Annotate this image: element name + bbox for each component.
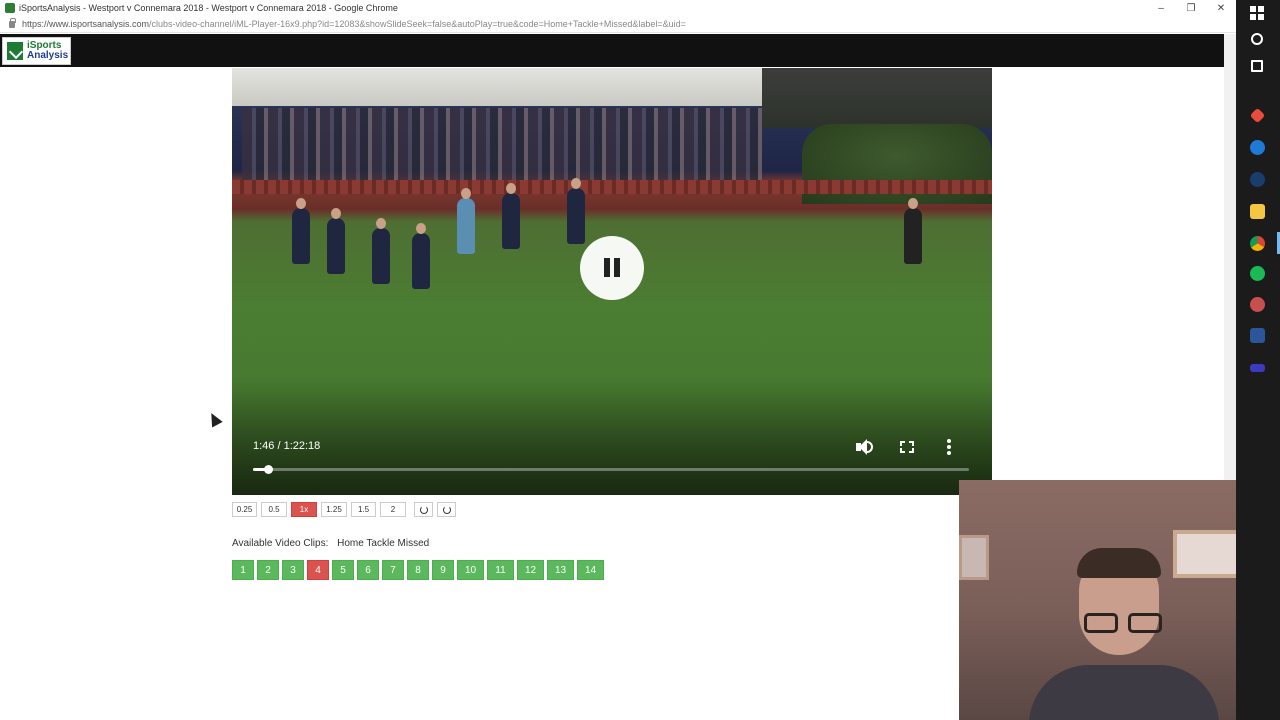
- video-scene-stand: [762, 68, 992, 128]
- window-title: iSportsAnalysis - Westport v Connemara 2…: [19, 3, 398, 13]
- video-scene-fence: [232, 180, 992, 194]
- video-time: 1:46 / 1:22:18: [253, 440, 321, 452]
- edge-icon[interactable]: [1250, 140, 1265, 155]
- webcam-overlay: [959, 480, 1264, 720]
- clip-button[interactable]: 8: [407, 560, 429, 580]
- video-scene-crowd: [242, 108, 762, 188]
- lock-icon[interactable]: [9, 17, 16, 28]
- presenter-shoulders: [1029, 665, 1219, 720]
- video-scene-player: [457, 188, 475, 254]
- presenter-glasses: [1084, 613, 1180, 637]
- clip-button[interactable]: 1: [232, 560, 254, 580]
- forward-button[interactable]: [437, 502, 456, 517]
- speed-button[interactable]: 1x: [291, 502, 317, 517]
- spotify-icon[interactable]: [1250, 266, 1265, 281]
- clips-label-text: Available Video Clips:: [232, 538, 329, 549]
- video-scene-player: [502, 183, 520, 249]
- clip-button[interactable]: 3: [282, 560, 304, 580]
- video-scene-player: [904, 198, 922, 264]
- video-scene-player: [567, 178, 585, 244]
- task-view-icon[interactable]: [1251, 60, 1263, 72]
- more-options-icon[interactable]: [939, 438, 959, 456]
- steam-icon[interactable]: [1250, 172, 1265, 187]
- rewind-icon: [420, 506, 428, 514]
- video-scene-player: [412, 223, 430, 289]
- windows-taskbar: [1236, 0, 1280, 720]
- wall-picture: [959, 535, 989, 580]
- clip-buttons: 1 2 3 4 5 6 7 8 9 10 11 12 13 14: [232, 560, 607, 580]
- file-explorer-icon[interactable]: [1250, 204, 1265, 219]
- video-scene-player: [372, 218, 390, 284]
- pause-icon: [614, 258, 620, 277]
- clip-button[interactable]: 12: [517, 560, 544, 580]
- video-scene-player: [292, 198, 310, 264]
- url-host: https://www.isportsanalysis.com: [22, 19, 150, 29]
- app-icon[interactable]: [1250, 364, 1265, 372]
- rewind-button[interactable]: [414, 502, 433, 517]
- url-path: /clubs-video-channel/iML-Player-16x9.php…: [149, 19, 686, 29]
- windows-start-icon[interactable]: [1250, 6, 1265, 21]
- video-scene-stand-roof: [232, 68, 762, 106]
- available-clips-label: Available Video Clips: Home Tackle Misse…: [232, 538, 435, 549]
- logo-text: iSports Analysis: [27, 41, 68, 61]
- speed-button[interactable]: 1.25: [321, 502, 347, 517]
- app-icon[interactable]: [1250, 297, 1265, 312]
- clip-button[interactable]: 10: [457, 560, 484, 580]
- fullscreen-icon[interactable]: [897, 438, 917, 456]
- clip-button[interactable]: 11: [487, 560, 514, 580]
- clip-button[interactable]: 13: [547, 560, 574, 580]
- site-header: iSports Analysis: [0, 34, 1224, 67]
- volume-icon[interactable]: [854, 438, 874, 456]
- isports-logo[interactable]: iSports Analysis: [2, 37, 71, 65]
- browser-title-bar: iSportsAnalysis - Westport v Connemara 2…: [0, 0, 1236, 16]
- video-progress-bar[interactable]: [253, 465, 969, 474]
- mouse-cursor-icon: [206, 410, 223, 428]
- pause-icon: [604, 258, 610, 277]
- clips-code: Home Tackle Missed: [337, 538, 430, 549]
- clip-button[interactable]: 7: [382, 560, 404, 580]
- address-bar[interactable]: https://www.isportsanalysis.com/clubs-vi…: [0, 16, 1236, 33]
- clip-button[interactable]: 4: [307, 560, 329, 580]
- speed-button[interactable]: 2: [380, 502, 406, 517]
- restore-button[interactable]: ❐: [1176, 3, 1206, 14]
- word-icon[interactable]: [1250, 328, 1265, 343]
- speed-button[interactable]: 0.25: [232, 502, 257, 517]
- forward-icon: [443, 506, 451, 514]
- speed-button[interactable]: 0.5: [261, 502, 287, 517]
- close-button[interactable]: ✕: [1206, 3, 1236, 14]
- app-icon[interactable]: [1249, 107, 1266, 124]
- logo-line-2: Analysis: [27, 50, 69, 61]
- clip-button[interactable]: 14: [577, 560, 604, 580]
- video-controls-gradient: [232, 375, 992, 495]
- url-text[interactable]: https://www.isportsanalysis.com/clubs-vi…: [22, 19, 686, 29]
- logo-mark-icon: [7, 42, 23, 60]
- clip-button[interactable]: 5: [332, 560, 354, 580]
- clip-button[interactable]: 9: [432, 560, 454, 580]
- cortana-search-icon[interactable]: [1251, 33, 1263, 45]
- video-player[interactable]: 1:46 / 1:22:18: [232, 68, 992, 495]
- video-scene-player: [327, 208, 345, 274]
- minimize-button[interactable]: –: [1146, 3, 1176, 14]
- playback-speed-controls: 0.25 0.5 1x 1.25 1.5 2: [232, 502, 460, 517]
- chrome-icon[interactable]: [1250, 236, 1265, 251]
- presenter-hair: [1077, 548, 1161, 578]
- pause-button[interactable]: [580, 236, 644, 300]
- site-favicon-icon: [5, 3, 15, 13]
- speed-button[interactable]: 1.5: [351, 502, 376, 517]
- clip-button[interactable]: 2: [257, 560, 279, 580]
- clip-button[interactable]: 6: [357, 560, 379, 580]
